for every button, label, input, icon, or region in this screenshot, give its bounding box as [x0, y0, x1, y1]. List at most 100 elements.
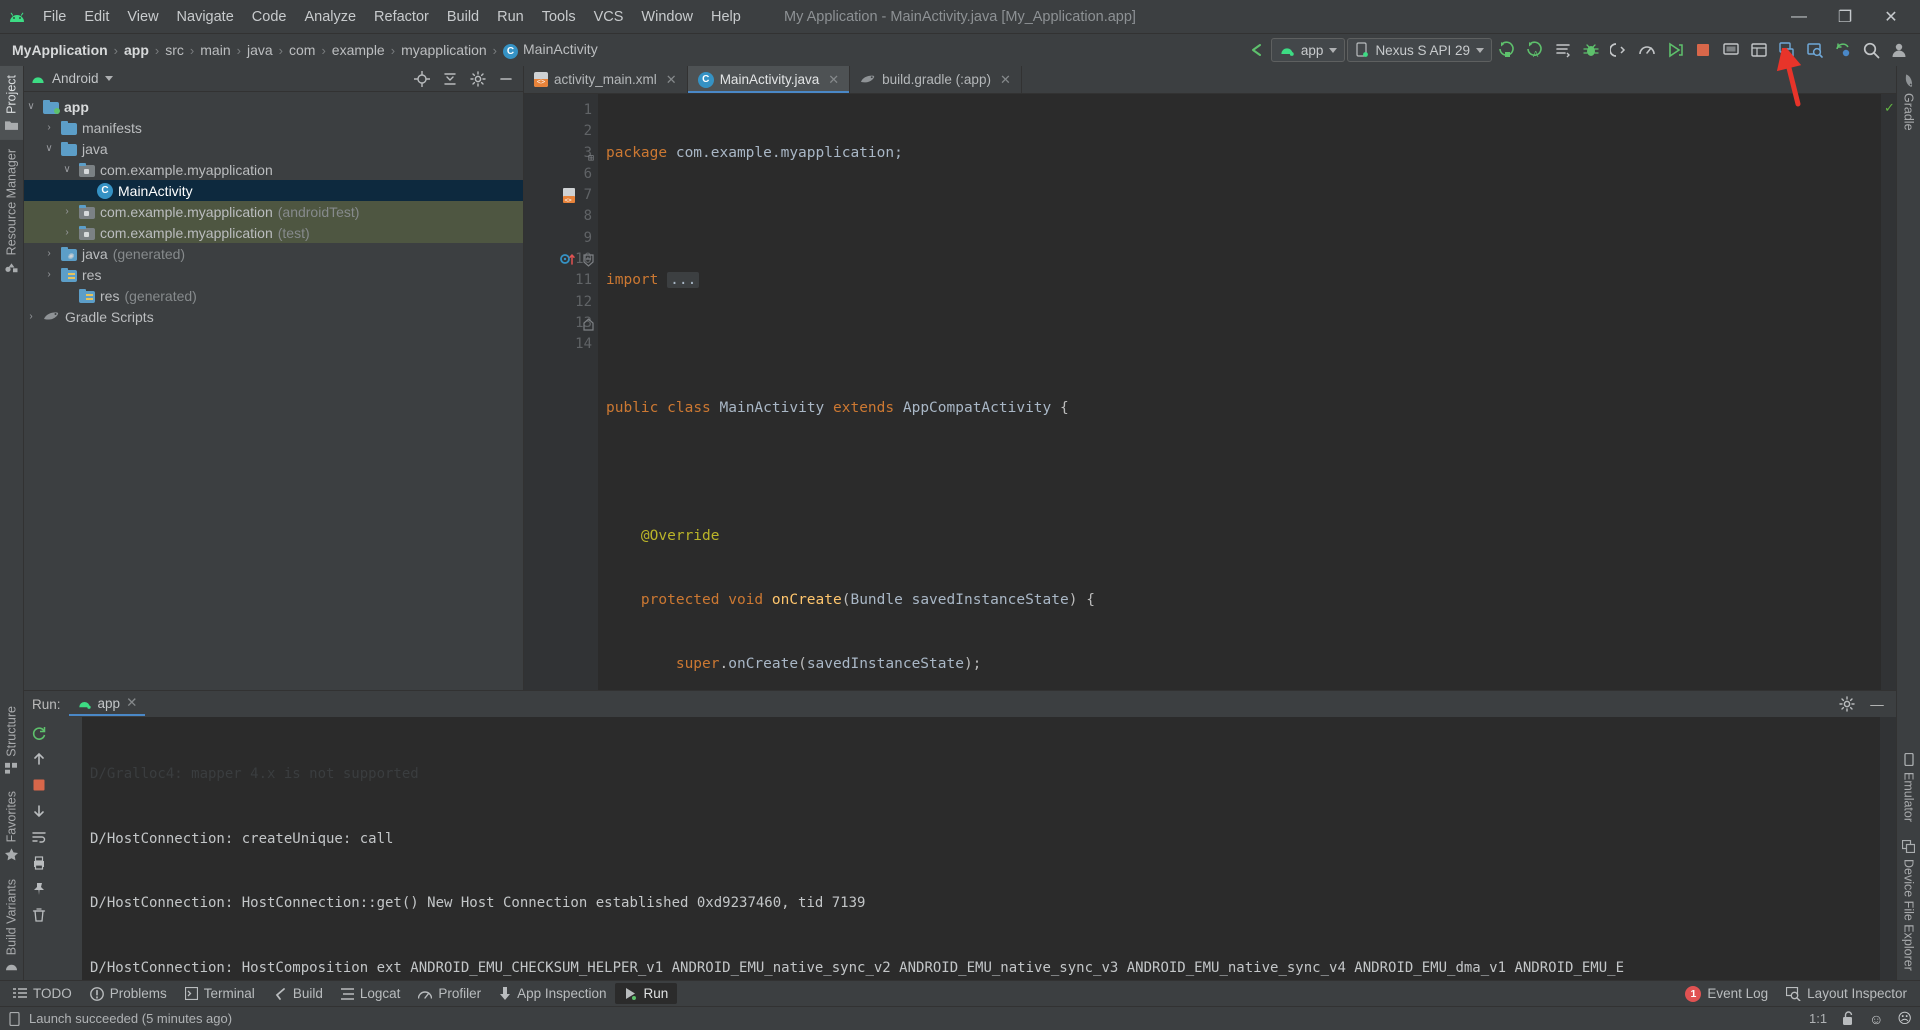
- wrap-text-button[interactable]: [27, 825, 51, 849]
- chevron-right-icon[interactable]: ›: [24, 311, 38, 322]
- line-number-gutter[interactable]: 1 2 ⊞ 3 6 <> 7 8 9 10 11 12 13 14: [524, 94, 598, 690]
- breadcrumb-java[interactable]: java: [243, 40, 277, 60]
- back-icon[interactable]: [1243, 37, 1269, 63]
- sdk-manager-button[interactable]: [1662, 37, 1688, 63]
- bottom-tab-problems[interactable]: Problems: [81, 983, 176, 1004]
- menu-run[interactable]: Run: [488, 6, 533, 28]
- minimize-button[interactable]: —: [1776, 2, 1822, 32]
- apply-changes-button[interactable]: A: [1522, 37, 1548, 63]
- tree-item-java-generated[interactable]: › ✺ java (generated): [24, 243, 523, 264]
- bottom-tab-app-inspection[interactable]: App Inspection: [490, 983, 615, 1004]
- menu-window[interactable]: Window: [632, 6, 702, 28]
- close-icon[interactable]: ✕: [1000, 72, 1011, 88]
- menu-analyze[interactable]: Analyze: [295, 6, 365, 28]
- sidebar-item-gradle[interactable]: Gradle: [1897, 66, 1920, 140]
- breadcrumb-myapplication[interactable]: MyApplication: [8, 40, 112, 60]
- layout-editor-button[interactable]: [1746, 37, 1772, 63]
- apply-code-changes-button[interactable]: [1550, 37, 1576, 63]
- bottom-tab-terminal[interactable]: Terminal: [176, 983, 264, 1004]
- menu-vcs[interactable]: VCS: [585, 6, 633, 28]
- attach-debugger-button[interactable]: [1606, 37, 1632, 63]
- breadcrumb-app[interactable]: app: [120, 40, 153, 60]
- menu-build[interactable]: Build: [438, 6, 488, 28]
- sidebar-item-build-variants[interactable]: Build Variants: [0, 870, 23, 980]
- layout-inspector-button[interactable]: [1802, 37, 1828, 63]
- pin-button[interactable]: [27, 877, 51, 901]
- print-button[interactable]: [27, 851, 51, 875]
- console-output[interactable]: D/Gralloc4: mapper 4.x is not supported …: [82, 717, 1880, 980]
- hide-panel-icon[interactable]: —: [1866, 693, 1888, 715]
- close-icon[interactable]: ✕: [126, 695, 137, 711]
- sidebar-item-project[interactable]: Project: [0, 66, 23, 140]
- tree-item-manifests[interactable]: › manifests: [24, 117, 523, 138]
- bottom-tab-event-log[interactable]: 1 Event Log: [1676, 983, 1777, 1005]
- sidebar-item-device-file-explorer[interactable]: Device File Explorer: [1898, 831, 1920, 980]
- chevron-right-icon[interactable]: ›: [42, 269, 56, 280]
- layout-file-marker-icon[interactable]: <>: [562, 188, 576, 204]
- tab-mainactivity-java[interactable]: C MainActivity.java ✕: [687, 66, 851, 93]
- breadcrumb-mainactivity[interactable]: C MainActivity: [499, 39, 602, 61]
- debug-button[interactable]: [1578, 37, 1604, 63]
- override-method-icon[interactable]: [560, 252, 578, 266]
- breadcrumb-main[interactable]: main: [196, 40, 234, 60]
- clear-all-button[interactable]: [27, 903, 51, 927]
- tree-item-package[interactable]: ∨ com.example.myapplication: [24, 159, 523, 180]
- sidebar-item-structure[interactable]: Structure: [0, 697, 23, 783]
- tree-item-res-generated[interactable]: res (generated): [24, 285, 523, 306]
- menu-tools[interactable]: Tools: [533, 6, 585, 28]
- fold-collapse-icon[interactable]: [583, 318, 594, 331]
- menu-file[interactable]: File: [34, 6, 75, 28]
- sidebar-item-emulator[interactable]: Emulator: [1898, 744, 1920, 831]
- menu-navigate[interactable]: Navigate: [168, 6, 243, 28]
- code-content[interactable]: package com.example.myapplication; impor…: [598, 94, 1866, 690]
- stop-button[interactable]: [27, 773, 51, 797]
- code-editor[interactable]: 1 2 ⊞ 3 6 <> 7 8 9 10 11 12 13 14 packag…: [524, 94, 1896, 690]
- avd-manager-button[interactable]: [1718, 37, 1744, 63]
- rerun-button[interactable]: [27, 721, 51, 745]
- happy-face-icon[interactable]: ☺: [1869, 1011, 1883, 1027]
- tree-item-package-test[interactable]: › com.example.myapplication (test): [24, 222, 523, 243]
- chevron-down-icon[interactable]: ∨: [42, 143, 56, 154]
- caret-position[interactable]: 1:1: [1809, 1011, 1827, 1026]
- run-tab-app[interactable]: app ✕: [68, 692, 146, 716]
- breadcrumb-com[interactable]: com: [285, 40, 319, 60]
- bottom-tab-logcat[interactable]: Logcat: [332, 983, 410, 1004]
- chevron-right-icon[interactable]: ›: [42, 248, 56, 259]
- tree-item-package-androidtest[interactable]: › com.example.myapplication (androidTest…: [24, 201, 523, 222]
- chevron-right-icon[interactable]: ›: [42, 122, 56, 133]
- chevron-right-icon[interactable]: ›: [60, 227, 74, 238]
- profiler-button[interactable]: [1634, 37, 1660, 63]
- sidebar-item-favorites[interactable]: Favorites: [0, 782, 23, 869]
- tree-item-java[interactable]: ∨ java: [24, 138, 523, 159]
- fold-collapse-icon[interactable]: [583, 254, 594, 267]
- search-button[interactable]: [1858, 37, 1884, 63]
- tab-activity-main-xml[interactable]: activity_main.xml ✕: [524, 66, 688, 93]
- chevron-down-icon[interactable]: [104, 76, 113, 81]
- sad-face-icon[interactable]: ☹: [1897, 1010, 1912, 1027]
- breadcrumb-src[interactable]: src: [161, 40, 188, 60]
- scroll-down-button[interactable]: [27, 799, 51, 823]
- scroll-up-button[interactable]: [27, 747, 51, 771]
- breadcrumb-example[interactable]: example: [328, 40, 389, 60]
- sidebar-item-resource-manager[interactable]: Resource Manager: [0, 140, 23, 281]
- bottom-tab-todo[interactable]: TODO: [4, 983, 81, 1004]
- tree-item-gradle-scripts[interactable]: › Gradle Scripts: [24, 306, 523, 327]
- chevron-right-icon[interactable]: ›: [60, 206, 74, 217]
- bottom-tab-build[interactable]: Build: [264, 983, 332, 1004]
- chevron-down-icon[interactable]: ∨: [24, 101, 38, 112]
- run-button[interactable]: [1494, 37, 1520, 63]
- chevron-down-icon[interactable]: ∨: [60, 164, 74, 175]
- tree-item-app[interactable]: ∨ app: [24, 96, 523, 117]
- tab-build-gradle[interactable]: build.gradle (:app) ✕: [850, 66, 1022, 93]
- unlock-icon[interactable]: [1841, 1011, 1855, 1026]
- bottom-tab-run[interactable]: Run: [615, 983, 678, 1004]
- device-manager-button[interactable]: [1774, 37, 1800, 63]
- hide-panel-icon[interactable]: [495, 68, 517, 90]
- sync-gradle-button[interactable]: [1830, 37, 1856, 63]
- close-icon[interactable]: ✕: [828, 72, 839, 88]
- console-scrollbar[interactable]: [1880, 717, 1896, 980]
- menu-help[interactable]: Help: [702, 6, 750, 28]
- menu-view[interactable]: View: [118, 6, 167, 28]
- select-opened-file-icon[interactable]: [411, 68, 433, 90]
- menu-edit[interactable]: Edit: [75, 6, 118, 28]
